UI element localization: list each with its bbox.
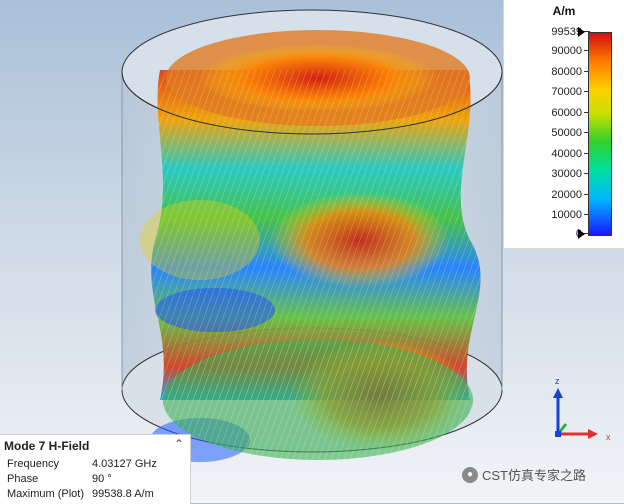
- max-marker-icon[interactable]: [578, 27, 585, 37]
- wechat-icon: ●: [462, 466, 478, 483]
- x-axis-label: x: [606, 432, 611, 442]
- watermark: ● CST仿真专家之路: [462, 465, 586, 484]
- min-marker-icon[interactable]: [578, 229, 585, 239]
- result-info-panel: Mode 7 H-Field ⌃ Frequency 4.03127 GHz P…: [0, 434, 191, 504]
- legend-tick: 80000: [551, 66, 590, 78]
- maximum-value: 99538.8 A/m: [92, 488, 154, 500]
- x-axis-arrow: [588, 429, 598, 439]
- phase-label: Phase: [7, 473, 39, 485]
- legend-tick: 70000: [551, 86, 590, 98]
- legend-tick: 60000: [551, 107, 590, 119]
- legend-tick: 20000: [551, 189, 590, 201]
- maximum-label: Maximum (Plot): [7, 488, 85, 500]
- h-field-streamlines: [140, 30, 481, 462]
- z-axis-label: z: [555, 376, 560, 386]
- z-axis-arrow: [553, 388, 563, 398]
- legend-color-bar: [588, 32, 612, 236]
- phase-value: 90 °: [92, 473, 112, 485]
- axes-origin: [555, 431, 561, 437]
- result-title: Mode 7 H-Field: [4, 439, 90, 453]
- legend-unit: A/m: [552, 4, 576, 18]
- chevron-up-icon[interactable]: ⌃: [174, 437, 184, 451]
- legend-tick: 50000: [551, 127, 590, 139]
- legend-tick: 10000: [551, 209, 590, 221]
- legend-tick: 30000: [551, 168, 590, 180]
- legend-tick: 40000: [551, 148, 590, 160]
- frequency-value: 4.03127 GHz: [92, 458, 157, 470]
- color-legend: A/m 99539 90000 80000 70000 60000 50000 …: [503, 0, 624, 249]
- watermark-text: CST仿真专家之路: [482, 468, 587, 483]
- legend-tick: 90000: [551, 45, 590, 57]
- axes-triad: z x: [553, 376, 611, 442]
- frequency-label: Frequency: [7, 458, 59, 470]
